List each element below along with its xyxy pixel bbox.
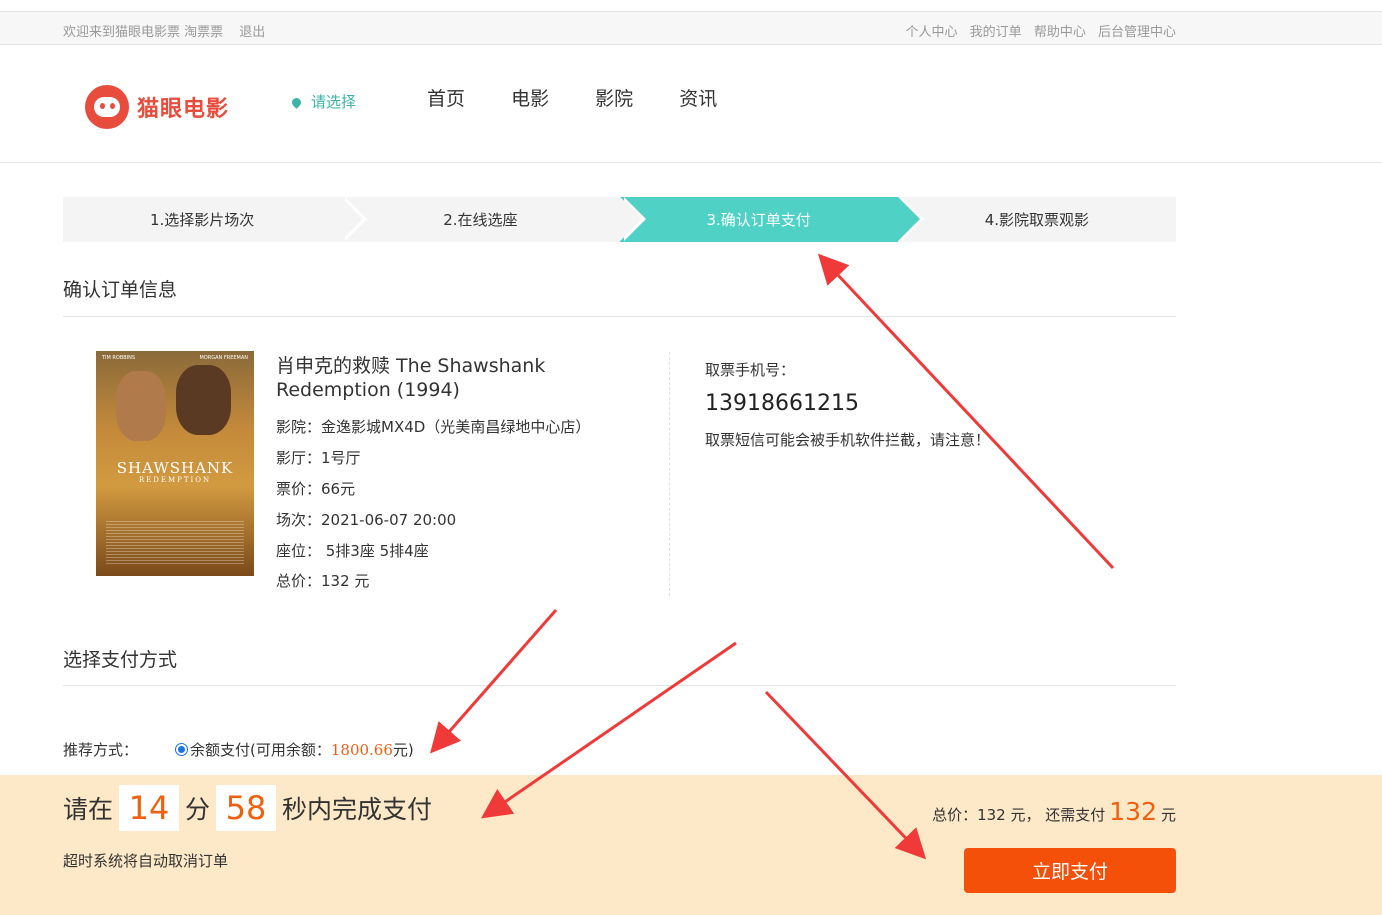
showtime-info: 场次：2021-06-07 20:00: [276, 511, 457, 529]
total-info: 总价：132 元: [276, 572, 370, 590]
movie-poster: TIM ROBBINS MORGAN FREEMAN SHAWSHANK RED…: [96, 351, 254, 576]
option-prefix: 余额支付(可用余额：: [190, 741, 331, 759]
recommend-label: 推荐方式：: [63, 741, 139, 759]
poster-actor-left: TIM ROBBINS: [102, 355, 136, 361]
logout-link[interactable]: 退出: [239, 25, 265, 40]
countdown-minutes: 14: [119, 785, 180, 831]
annotation-arrow-balance: [430, 609, 558, 754]
balance-pay-option[interactable]: 余额支付(可用余额： 1800.66 元): [175, 739, 414, 760]
poster-subtitle: REDEMPTION: [138, 476, 212, 484]
main-nav: 首页 电影 影院 资讯: [427, 84, 757, 111]
step-label: 4.影院取票观影: [984, 211, 1090, 229]
city-selector[interactable]: 请选择: [290, 91, 357, 112]
cinema-info: 影院：金逸影城MX4D（光美南昌绿地中心店）: [276, 418, 591, 436]
top-bar: 欢迎来到猫眼电影票 淘票票 退出 个人中心 我的订单 帮助中心 后台管理中心: [0, 11, 1382, 45]
cat-eye-logo-icon: [85, 85, 129, 129]
step-label: 2.在线选座: [443, 211, 518, 229]
countdown-seconds: 58: [216, 785, 277, 831]
user-center-link[interactable]: 个人中心: [906, 25, 958, 40]
price-info: 票价：66元: [276, 480, 356, 498]
payment-method-title: 选择支付方式: [63, 649, 178, 671]
nav-home[interactable]: 首页: [427, 88, 465, 110]
annotation-arrow-step: [817, 253, 1115, 570]
phone-number: 13918661215: [705, 391, 859, 416]
my-orders-link[interactable]: 我的订单: [970, 25, 1022, 40]
site-logo[interactable]: 猫眼电影: [85, 85, 229, 129]
location-pin-icon: [290, 96, 303, 109]
top-bar-left: 欢迎来到猫眼电影票 淘票票 退出: [63, 21, 277, 40]
step-label: 3.确认订单支付: [706, 211, 811, 229]
order-steps: 1.选择影片场次 2.在线选座 3.确认订单支付 4.影院取票观影: [63, 197, 1176, 242]
vertical-divider: [669, 352, 670, 596]
step-select-seat: 2.在线选座: [341, 197, 646, 242]
admin-center-link[interactable]: 后台管理中心: [1098, 25, 1176, 40]
nav-movies[interactable]: 电影: [511, 88, 549, 110]
poster-face-right: [176, 365, 231, 435]
city-label: 请选择: [311, 93, 357, 111]
order-info-title: 确认订单信息: [63, 279, 178, 301]
option-suffix: 元): [392, 741, 414, 759]
logo-text: 猫眼电影: [137, 97, 230, 122]
poster-credits: [106, 521, 244, 566]
divider: [63, 316, 1176, 317]
phone-label: 取票手机号：: [705, 361, 796, 379]
balance-amount: 1800.66: [330, 740, 393, 759]
top-bar-right: 个人中心 我的订单 帮助中心 后台管理中心: [898, 21, 1176, 40]
step-select-showtime: 1.选择影片场次: [63, 197, 368, 242]
total-text: 总价：132 元， 还需支付: [932, 806, 1106, 824]
seats-info: 座位： 5排3座 5排4座: [276, 542, 429, 560]
divider: [63, 685, 1176, 686]
payment-bar: 请在 14 分 58 秒内完成支付 超时系统将自动取消订单 总价：132 元， …: [0, 775, 1382, 915]
nav-cinemas[interactable]: 影院: [595, 88, 633, 110]
poster-actor-right: MORGAN FREEMAN: [199, 355, 249, 361]
nav-news[interactable]: 资讯: [679, 88, 717, 110]
step-pickup-ticket: 4.影院取票观影: [897, 197, 1176, 242]
countdown-min-unit: 分: [185, 795, 211, 824]
countdown-prefix: 请在: [63, 795, 114, 824]
pay-total: 总价：132 元， 还需支付 132 元: [932, 797, 1176, 826]
amount-unit: 元: [1160, 806, 1176, 824]
pay-now-button[interactable]: 立即支付: [964, 848, 1176, 893]
welcome-text: 欢迎来到猫眼电影票 淘票票: [63, 25, 224, 40]
balance-pay-radio[interactable]: [175, 743, 188, 756]
hall-info: 影厅：1号厅: [276, 449, 361, 467]
amount-due: 132: [1109, 797, 1157, 826]
countdown: 请在 14 分 58 秒内完成支付: [63, 785, 432, 831]
movie-title: 肖申克的救赎 The Shawshank Redemption (1994): [276, 355, 546, 401]
countdown-suffix: 秒内完成支付: [282, 795, 433, 824]
timeout-note: 超时系统将自动取消订单: [63, 852, 229, 870]
step-label: 1.选择影片场次: [149, 211, 255, 229]
poster-title: SHAWSHANK: [116, 459, 234, 477]
poster-face-left: [116, 371, 166, 441]
phone-tip: 取票短信可能会被手机软件拦截，请注意！: [705, 431, 991, 449]
step-confirm-pay: 3.确认订单支付: [619, 197, 924, 242]
site-header: 猫眼电影 请选择 首页 电影 影院 资讯: [0, 46, 1382, 163]
help-center-link[interactable]: 帮助中心: [1034, 25, 1086, 40]
